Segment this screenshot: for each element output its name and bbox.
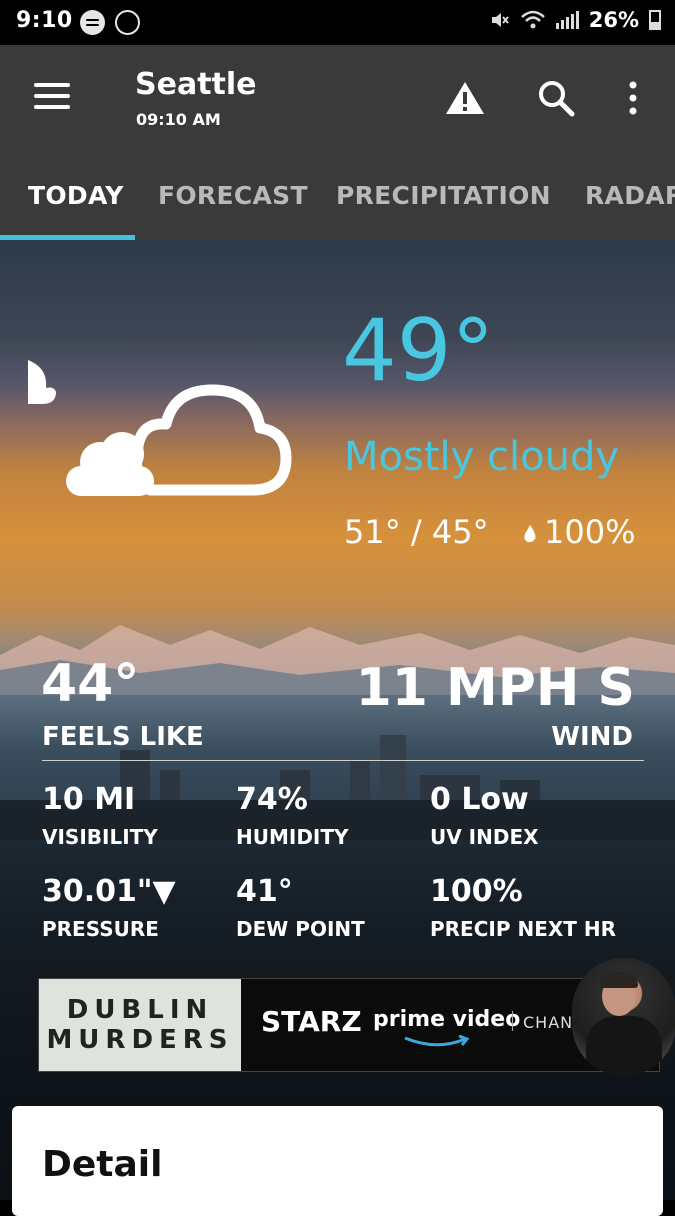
tab-today[interactable]: TODAY — [28, 181, 124, 210]
mute-icon — [491, 13, 509, 27]
pressure-value: 30.01"▼ — [42, 874, 176, 909]
uv-index-label: UV INDEX — [430, 825, 539, 849]
wifi-icon — [520, 10, 545, 29]
more-icon[interactable] — [620, 78, 646, 118]
ad-partner: prime video — [373, 1007, 521, 1032]
ad-suffix: CHAN — [523, 1013, 574, 1032]
raindrop-icon — [524, 525, 536, 543]
cloudy-icon — [66, 384, 292, 496]
wind-value: 11 MPH S — [355, 658, 635, 718]
ad-brand: STARZ — [261, 1005, 362, 1038]
precipitation-chance: 100% — [544, 513, 636, 551]
tab-bar: TODAY FORECAST PRECIPITATION RADAR — [0, 155, 675, 240]
spotify-icon — [80, 10, 105, 35]
high-low-temperature: 51° / 45° — [344, 513, 489, 551]
precip-next-hour-value: 100% — [430, 874, 523, 909]
ad-title-line2: MURDERS — [46, 1025, 234, 1055]
current-temperature: 49° — [342, 301, 495, 401]
battery-icon — [649, 10, 661, 30]
dew-point-label: DEW POINT — [236, 917, 365, 941]
city-name[interactable]: Seattle — [135, 67, 257, 102]
feels-like-value: 44° — [41, 654, 140, 714]
menu-icon[interactable] — [34, 83, 72, 113]
visibility-value: 10 MI — [42, 782, 136, 817]
prime-smile-icon — [404, 1035, 470, 1047]
weather-condition: Mostly cloudy — [344, 434, 619, 480]
moon-icon — [28, 360, 56, 404]
pressure-label: PRESSURE — [42, 917, 159, 941]
messenger-icon — [115, 10, 140, 35]
ad-banner[interactable]: DUBLIN MURDERS STARZ prime video CHAN — [38, 978, 660, 1072]
divider — [42, 760, 644, 761]
uv-index-value: 0 Low — [430, 782, 529, 817]
alert-icon[interactable] — [444, 78, 486, 118]
humidity-value: 74% — [236, 782, 308, 817]
tab-forecast[interactable]: FORECAST — [158, 181, 308, 210]
visibility-label: VISIBILITY — [42, 825, 158, 849]
signal-icon — [555, 11, 579, 29]
status-time: 9:10 — [16, 8, 73, 33]
app-bar: Seattle 09:10 AM — [0, 45, 675, 155]
dew-point-value: 41° — [236, 874, 293, 909]
ad-separator — [512, 1011, 513, 1031]
ad-title-line1: DUBLIN — [66, 995, 214, 1025]
precip-next-hour-label: PRECIP NEXT HR — [430, 917, 617, 941]
avatar[interactable] — [572, 958, 675, 1076]
ad-show-title: DUBLIN MURDERS — [39, 979, 241, 1071]
tab-precipitation[interactable]: PRECIPITATION — [336, 181, 551, 210]
humidity-label: HUMIDITY — [236, 825, 349, 849]
tab-radar[interactable]: RADAR — [585, 181, 675, 210]
battery-percent: 26% — [588, 8, 639, 32]
search-icon[interactable] — [536, 78, 576, 118]
feels-like-label: FEELS LIKE — [42, 722, 204, 752]
wind-label: WIND — [551, 722, 633, 752]
status-bar: 9:10 26% — [0, 0, 675, 45]
detail-card-title: Detail — [42, 1144, 163, 1185]
location-time: 09:10 AM — [136, 110, 221, 129]
